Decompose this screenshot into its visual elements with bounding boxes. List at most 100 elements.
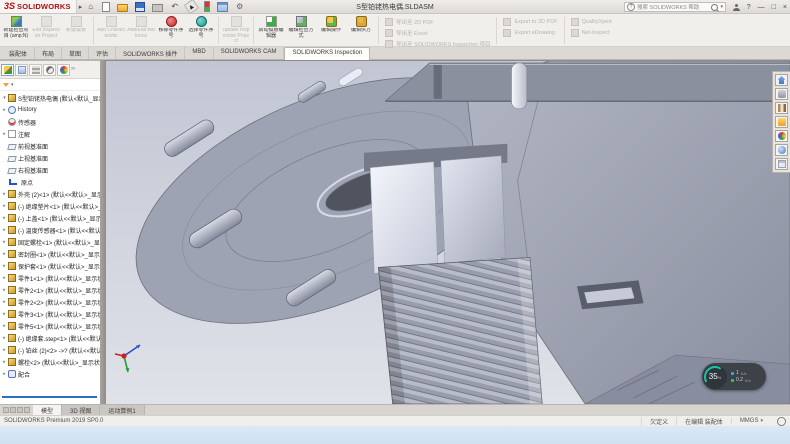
tree-item[interactable]: ▸配合 (0, 368, 100, 380)
expander-icon[interactable]: ▾ (1, 95, 8, 101)
tree-item[interactable]: ▸零件1<1> (默认<<默认>_显示状态> (0, 272, 100, 284)
export-item[interactable]: QualityXpert (571, 18, 612, 26)
options-gear-icon[interactable]: ⚙ (235, 2, 244, 11)
qat-expander-icon[interactable]: ▸ (79, 3, 83, 11)
expander-icon[interactable]: ▸ (1, 311, 8, 317)
export-item[interactable]: Net-Inspect (571, 29, 612, 37)
tree-item[interactable]: ▸(-) 绝缘垫片<1> (默认<<默认>_显示 (0, 200, 100, 212)
display-manager-tab[interactable] (57, 64, 70, 76)
export-item[interactable]: Export to 3D PDF (503, 18, 557, 26)
export-item[interactable]: 导出至 SOLIDWORKS Inspection 项目 (385, 40, 490, 48)
search-icon[interactable] (711, 4, 718, 11)
help-search-box[interactable]: ? 搜索 SOLIDWORKS 帮助 ▾ (624, 2, 726, 12)
taskpane-design-library-tab[interactable] (775, 102, 788, 114)
edit-inspection-project-button[interactable]: Edit Inspection Project (31, 15, 61, 46)
tree-filter-row[interactable]: ▾ (0, 79, 100, 91)
home-icon[interactable]: ⌂ (86, 2, 95, 11)
select-balloons-button[interactable]: 选择零件序号 (186, 15, 216, 46)
undo-icon[interactable]: ↶ (170, 2, 179, 11)
tree-item[interactable]: ▸零件2<1> (默认<<默认>_显示状态 (0, 284, 100, 296)
expander-icon[interactable]: ▸ (1, 215, 8, 221)
tree-item[interactable]: ▸零件2<2> (默认<<默认>_显示状态 (0, 296, 100, 308)
tree-item[interactable]: ▸零件5<1> (默认<<默认>_显示状态 (0, 320, 100, 332)
document-tab-运动算例1[interactable]: 运动算例1 (100, 405, 144, 415)
property-manager-tab[interactable] (15, 64, 28, 76)
expander-icon[interactable]: ▸ (1, 191, 8, 197)
expander-icon[interactable]: ▸ (1, 347, 8, 353)
document-tab-模型[interactable]: 模型 (33, 405, 62, 415)
taskpane-view-palette-tab[interactable] (775, 130, 788, 142)
rollback-bar[interactable] (2, 396, 97, 398)
ribbon-tab-评估[interactable]: 评估 (89, 47, 116, 59)
expander-icon[interactable]: ▸ (1, 239, 8, 245)
expander-icon[interactable]: ▸ (1, 263, 8, 269)
expander-icon[interactable]: ▸ (1, 359, 8, 365)
edit-inspection-methods-button[interactable]: 编辑检查方式 (286, 15, 316, 46)
ribbon-tab-MBD[interactable]: MBD (185, 47, 213, 59)
tree-item[interactable]: ▸保护套<1> (默认<<默认>_显示状态 (0, 260, 100, 272)
expander-icon[interactable]: ▸ (1, 275, 8, 281)
search-dropdown-icon[interactable]: ▾ (720, 4, 723, 10)
panel-tabs-overflow-icon[interactable]: ›› (71, 66, 75, 74)
expander-icon[interactable]: ▸ (1, 107, 8, 113)
taskpane-resources-tab[interactable] (775, 88, 788, 100)
new-template-button[interactable]: 新建模板 (61, 15, 91, 46)
tree-root-item[interactable]: ▾S型铂铑热电偶 (默认<默认_显示状态>-1 (0, 92, 100, 104)
tree-item[interactable]: ▸螺栓<2> (默认<<默认>_显示状态 (0, 356, 100, 368)
expander-icon[interactable]: ▸ (1, 251, 8, 257)
tree-item[interactable]: ▸注解 (0, 128, 100, 140)
export-item[interactable]: Export eDrawing (503, 29, 557, 37)
add-edit-balloons-button[interactable]: Add/Edit Balloons (126, 15, 156, 46)
expander-icon[interactable]: ▸ (1, 287, 8, 293)
tree-item[interactable]: ▸(-) 铂丝 (2)<2> ->? (默认<<默认>_ (0, 344, 100, 356)
help-button[interactable]: ? (747, 4, 751, 11)
minimize-button[interactable]: — (758, 4, 765, 11)
3d-viewport[interactable]: 35% 1K/s 0.2K/s (106, 60, 790, 404)
tree-item[interactable]: ▸外壳 (2)<1> (默认<<默认>_显示状态 (0, 188, 100, 200)
taskpane-custom-properties-tab[interactable] (775, 158, 788, 170)
tree-item[interactable]: 前视基准面 (0, 140, 100, 152)
launch-template-editor-button[interactable]: 启动模板编辑器 (256, 15, 286, 46)
ribbon-tab-SOLIDWORKS 插件[interactable]: SOLIDWORKS 插件 (116, 47, 185, 59)
user-account-icon[interactable] (733, 4, 740, 11)
tree-item[interactable]: ▸密封圈<1> (默认<<默认>_显示状态 (0, 248, 100, 260)
print-icon[interactable] (152, 4, 163, 12)
expander-icon[interactable]: ▸ (1, 227, 8, 233)
tree-item[interactable]: ▸零件3<1> (默认<<默认>_显示状态 (0, 308, 100, 320)
dimxpert-manager-tab[interactable] (43, 64, 56, 76)
update-inspection-project-button[interactable]: Update Inspection Project (221, 15, 251, 46)
ribbon-tab-草图[interactable]: 草图 (62, 47, 89, 59)
rebuild-stoplight-icon[interactable] (204, 1, 210, 12)
configuration-manager-tab[interactable] (29, 64, 42, 76)
expander-icon[interactable]: ▸ (1, 299, 8, 305)
ribbon-tab-SOLIDWORKS Inspection[interactable]: SOLIDWORKS Inspection (284, 47, 370, 60)
taskpane-appearances-tab[interactable] (775, 144, 788, 156)
expander-icon[interactable]: ▸ (1, 371, 8, 377)
taskbar-widgets-slot[interactable] (14, 429, 27, 442)
edit-operations-button[interactable]: 编辑操作 (316, 15, 346, 46)
edit-vendors-button[interactable]: 编辑供方 (346, 15, 376, 46)
tree-item[interactable]: 右视基准面 (0, 164, 100, 176)
new-document-icon[interactable] (102, 2, 110, 12)
tree-item[interactable]: ▸(-) 绝缘套.step<1> (默认<<默认>_ (0, 332, 100, 344)
remove-balloons-button[interactable]: 移除零件序号 (156, 15, 186, 46)
tree-item[interactable]: ▸(-) 上盖<1> (默认<<默认>_显示状态 (0, 212, 100, 224)
add-characteristic-button[interactable]: Add Characteristic (96, 15, 126, 46)
net-speed-overlay[interactable]: 35% 1K/s 0.2K/s (702, 363, 766, 390)
taskpane-file-explorer-tab[interactable] (775, 116, 788, 128)
tree-item[interactable]: 上视基准面 (0, 152, 100, 164)
tab-scroll-buttons[interactable] (0, 405, 33, 415)
expander-icon[interactable]: ▸ (1, 203, 8, 209)
export-item[interactable]: 导出至 Excel (385, 29, 490, 37)
close-button[interactable]: × (783, 4, 787, 11)
expander-icon[interactable]: ▸ (1, 131, 8, 137)
expander-icon[interactable]: ▸ (1, 323, 8, 329)
display-settings-icon[interactable] (217, 2, 228, 12)
tree-item[interactable]: ▸History (0, 104, 100, 116)
filter-dropdown-icon[interactable]: ▾ (11, 82, 14, 88)
status-tag-icon[interactable] (777, 417, 786, 426)
ribbon-tab-SOLIDWORKS CAM[interactable]: SOLIDWORKS CAM (214, 47, 285, 59)
open-folder-icon[interactable] (117, 4, 128, 12)
restore-button[interactable]: □ (772, 4, 776, 11)
expander-icon[interactable]: ▸ (1, 335, 8, 341)
